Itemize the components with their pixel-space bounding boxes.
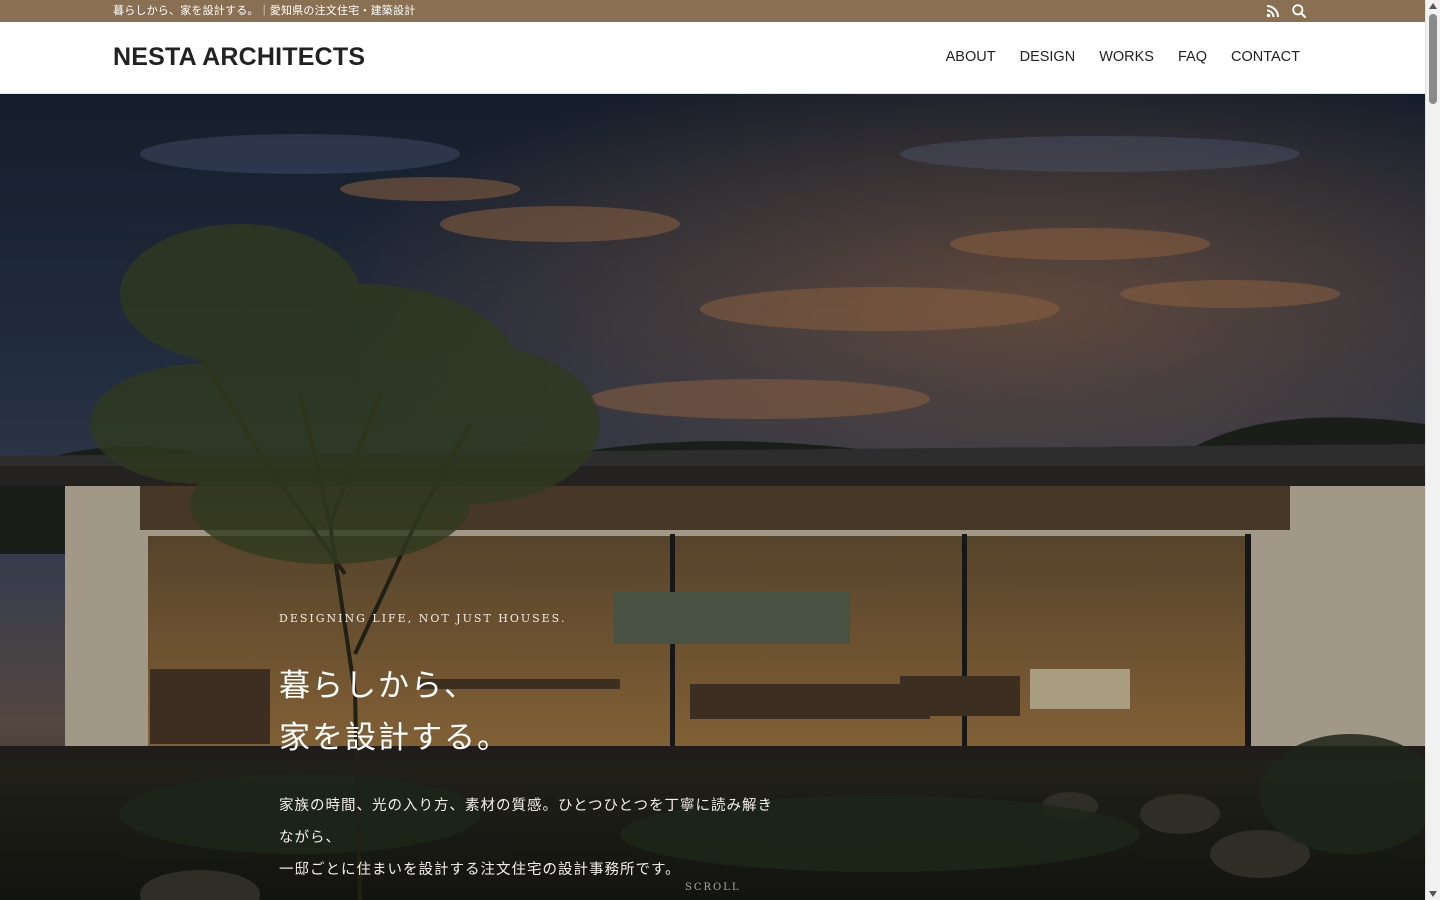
scroll-down-arrow-icon[interactable]	[1429, 891, 1437, 897]
hero-headline-line: 家を設計する。	[279, 720, 510, 756]
nav-works[interactable]: WORKS	[1099, 48, 1154, 66]
nav-faq[interactable]: FAQ	[1178, 48, 1207, 66]
site-header: NESTA ARCHITECTS ABOUT DESIGN WORKS FAQ …	[0, 22, 1425, 94]
utility-icons	[1265, 3, 1307, 19]
scroll-up-arrow-icon[interactable]	[1429, 3, 1437, 9]
scrollbar-thumb[interactable]	[1429, 14, 1437, 104]
hero-lead: 家族の時間、光の入り方、素材の質感。ひとつひとつを丁寧に読み解き ながら、 一邸…	[279, 790, 799, 886]
hero-eyebrow: DESIGNING LIFE, NOT JUST HOUSES.	[279, 612, 567, 625]
search-icon[interactable]	[1291, 3, 1307, 19]
hero-headline: 暮らしから、 家を設計する。	[279, 660, 799, 764]
page-scrollbar[interactable]	[1425, 0, 1440, 900]
nav-about[interactable]: ABOUT	[946, 48, 996, 66]
top-info-bar: 暮らしから、家を設計する。｜愛知県の注文住宅・建築設計	[0, 0, 1425, 22]
hero-section: DESIGNING LIFE, NOT JUST HOUSES. 暮らしから、 …	[0, 94, 1425, 900]
site-tagline: 暮らしから、家を設計する。｜愛知県の注文住宅・建築設計	[113, 4, 416, 17]
scroll-indicator[interactable]: SCROLL	[685, 882, 741, 893]
main-nav: ABOUT DESIGN WORKS FAQ CONTACT	[946, 48, 1300, 66]
hero-headline-line: 暮らしから、	[279, 668, 477, 704]
hero-lead-line: 家族の時間、光の入り方、素材の質感。ひとつひとつを丁寧に読み解き	[279, 798, 773, 814]
hero-lead-line: ながら、	[279, 830, 341, 846]
hero-copy: DESIGNING LIFE, NOT JUST HOUSES. 暮らしから、 …	[279, 612, 799, 886]
nav-design[interactable]: DESIGN	[1020, 48, 1076, 66]
rss-icon[interactable]	[1265, 3, 1281, 19]
site-logo[interactable]: NESTA ARCHITECTS	[113, 42, 365, 72]
nav-contact[interactable]: CONTACT	[1231, 48, 1300, 66]
